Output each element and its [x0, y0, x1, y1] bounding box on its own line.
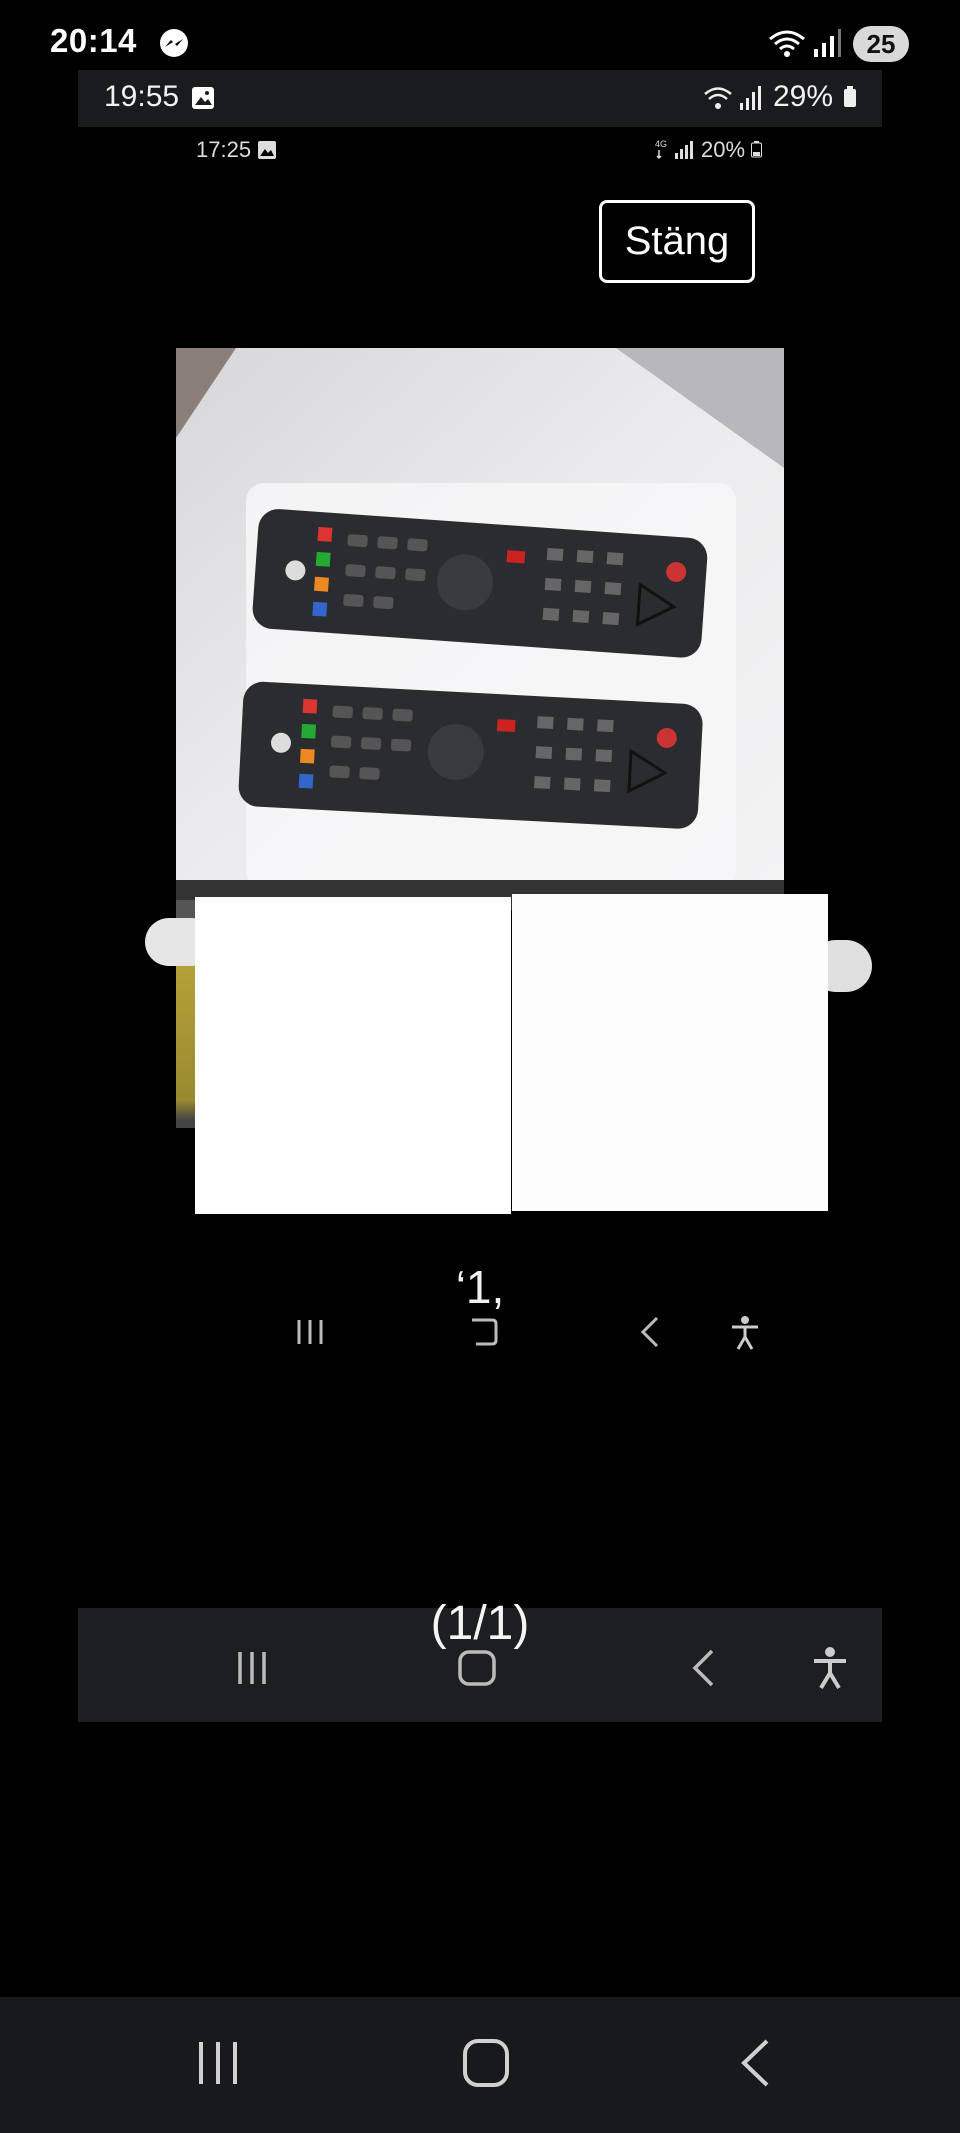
signal-icon	[814, 29, 841, 57]
image-icon	[258, 141, 276, 159]
back-icon[interactable]	[738, 2038, 772, 2088]
accessibility-icon[interactable]	[810, 1646, 850, 1690]
home-icon[interactable]	[462, 2038, 510, 2088]
svg-text:4G: 4G	[655, 139, 667, 149]
image-counter: (1/1)	[430, 1597, 530, 1650]
accessibility-icon	[732, 1316, 758, 1350]
signal-icon: 4G	[655, 139, 693, 160]
wifi-icon	[704, 87, 732, 109]
home-icon[interactable]	[457, 1649, 497, 1687]
battery-icon	[844, 86, 856, 107]
wifi-icon	[769, 30, 805, 57]
status-time: 20:14	[50, 22, 137, 59]
product-photo	[176, 348, 784, 893]
battery-level: 25	[853, 26, 909, 62]
image-icon	[192, 87, 214, 109]
image-counter-ghost: ‘1,	[455, 1261, 505, 1313]
messenger-icon	[160, 29, 188, 57]
signal-icon	[740, 86, 761, 110]
nested-battery-level: 29%	[773, 80, 834, 113]
blank-panel	[512, 894, 828, 1211]
home-icon	[472, 1318, 498, 1346]
nested-battery-level-2: 20%	[701, 137, 746, 162]
recents-icon[interactable]	[232, 1650, 272, 1686]
battery-icon	[751, 141, 762, 158]
nested-status-time: 19:55	[104, 80, 180, 113]
close-button[interactable]: Stäng	[599, 200, 755, 283]
nested-status-time-2: 17:25	[196, 137, 252, 162]
recents-icon[interactable]	[195, 2040, 241, 2086]
recents-icon	[297, 1320, 323, 1344]
back-icon	[640, 1316, 659, 1348]
back-icon[interactable]	[689, 1648, 717, 1688]
blank-panel	[195, 897, 511, 1214]
